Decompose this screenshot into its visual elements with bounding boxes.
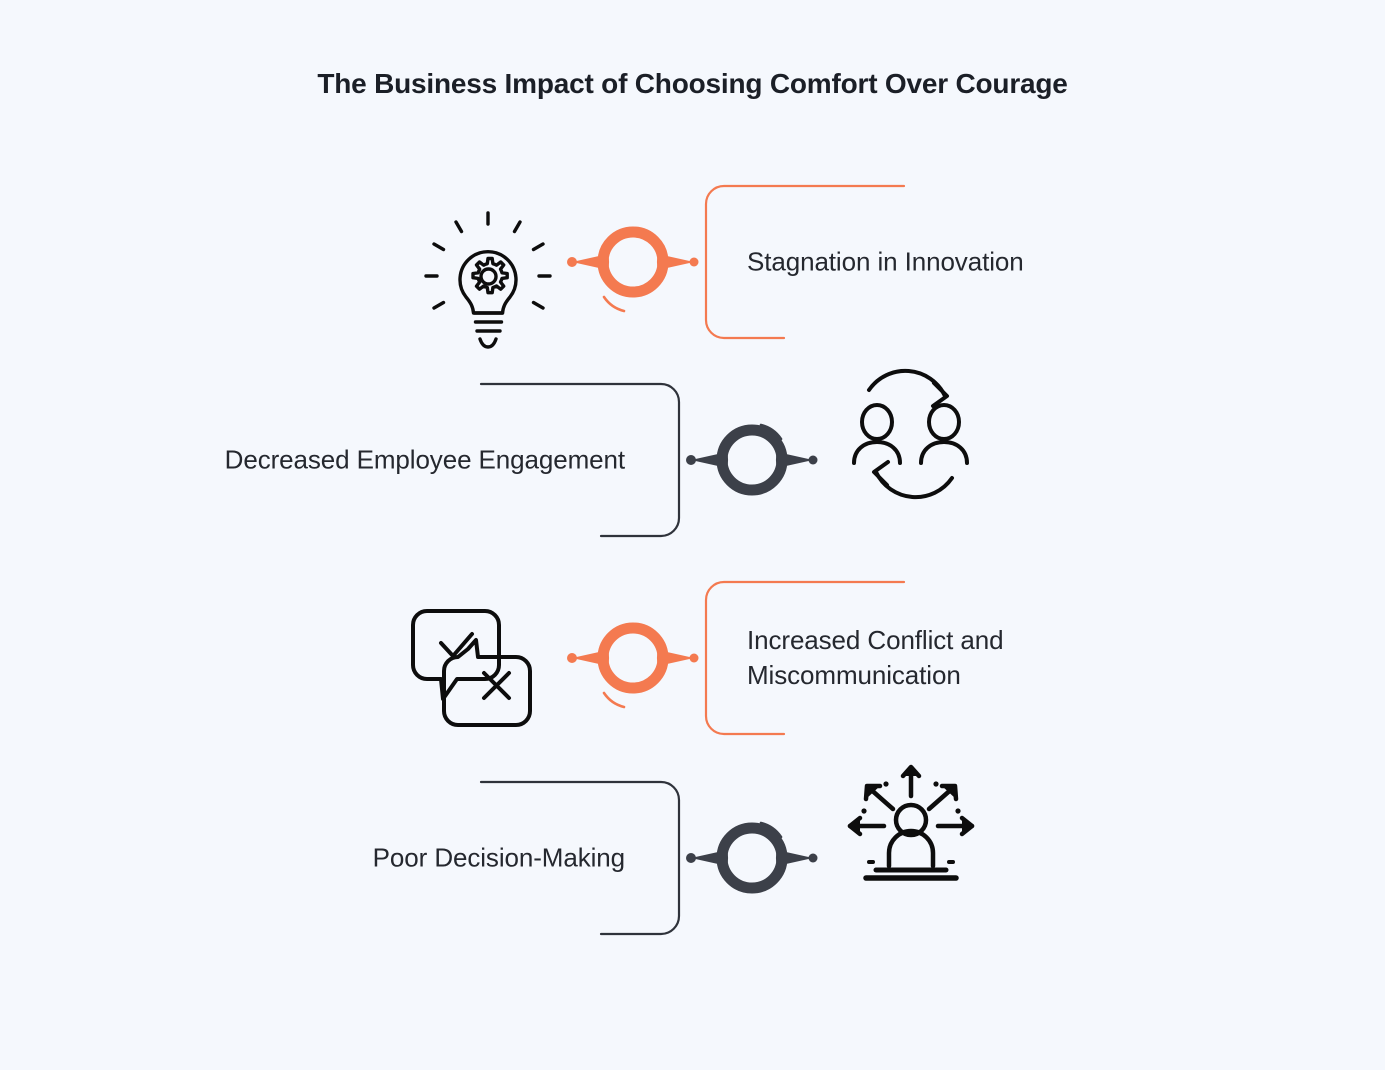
people-cycle-icon — [852, 368, 969, 500]
infographic-row: Increased Conflict and Miscommunication — [0, 558, 1385, 758]
infographic-row: Stagnation in Innovation — [0, 162, 1385, 362]
row-graphics — [479, 368, 969, 538]
row-label: Increased Conflict and Miscommunication — [747, 625, 1004, 690]
row-connector-node — [686, 821, 818, 894]
infographic-canvas: The Business Impact of Choosing Comfort … — [0, 0, 1385, 1070]
infographic-row: Decreased Employee Engagement — [0, 360, 1385, 560]
row-label: Poor Decision-Making — [372, 842, 625, 873]
person-arrows-decision-icon — [847, 764, 975, 881]
lightbulb-gear-icon — [424, 211, 552, 349]
speech-bubbles-check-cross-icon — [411, 609, 532, 727]
row-graphics — [479, 764, 975, 936]
row-connector-node — [567, 226, 699, 313]
row-graphics — [424, 184, 906, 349]
row-connector-node — [567, 622, 699, 709]
row-graphics — [411, 580, 906, 736]
page-title: The Business Impact of Choosing Comfort … — [317, 68, 1068, 99]
row-label: Stagnation in Innovation — [747, 246, 1024, 277]
infographic-row: Poor Decision-Making — [0, 758, 1385, 958]
row-connector-node — [686, 423, 818, 496]
row-label: Decreased Employee Engagement — [224, 444, 625, 475]
